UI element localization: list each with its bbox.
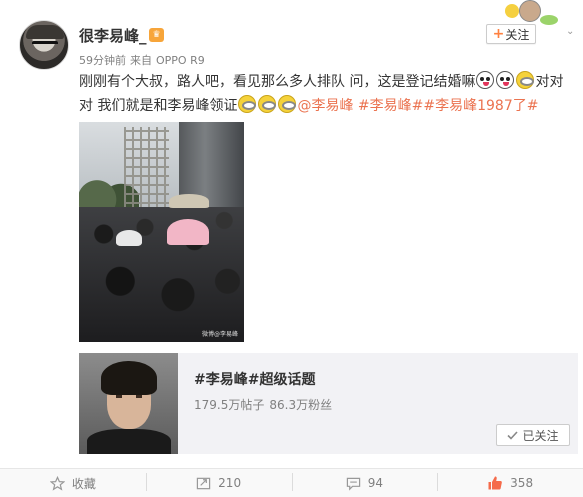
plus-icon: + [492, 26, 505, 42]
avatar-pendant-icon [505, 0, 545, 22]
topic-post-count: 179.5万帖子 [194, 398, 265, 412]
repost-button[interactable]: 210 [145, 469, 292, 497]
leaf-decoration-icon [540, 15, 558, 25]
like-count: 358 [510, 476, 534, 490]
post-time[interactable]: 59分钟前 [79, 54, 126, 67]
minion-emoji-icon [516, 71, 535, 89]
topic-card[interactable]: #李易峰#超级话题 179.5万帖子 86.3万粉丝 已关注 [79, 353, 578, 454]
hashtag-link[interactable]: #李易峰1987了# [423, 98, 538, 114]
topic-fan-count: 86.3万粉丝 [269, 398, 333, 412]
comment-button[interactable]: 94 [291, 469, 438, 497]
post-source[interactable]: OPPO R9 [156, 54, 205, 67]
post-photo[interactable]: 微博@李易峰 [79, 122, 244, 342]
topic-stats: 179.5万帖子 86.3万粉丝 [194, 396, 337, 413]
vip-badge-icon[interactable]: ♛ [149, 28, 164, 42]
source-prefix: 来自 [130, 54, 152, 67]
avatar-hat [26, 25, 64, 39]
favorite-button[interactable]: 收藏 [0, 469, 146, 497]
panda-emoji-icon [496, 71, 515, 89]
follow-label: 关注 [505, 27, 530, 42]
comment-icon [346, 477, 360, 491]
thumbs-up-icon [488, 476, 503, 490]
minion-emoji-icon [258, 95, 277, 113]
followed-button[interactable]: 已关注 [496, 424, 570, 446]
chevron-down-icon[interactable]: ⌄ [566, 26, 574, 37]
follow-button[interactable]: + 关注 [486, 24, 536, 44]
repost-icon [196, 477, 211, 489]
minion-emoji-icon [238, 95, 257, 113]
mention-link[interactable]: @李易峰 [297, 98, 353, 114]
hashtag-link[interactable]: #李易峰# [358, 98, 423, 114]
post-meta: 59分钟前 来自 OPPO R9 [79, 52, 209, 68]
like-button[interactable]: 358 [437, 469, 583, 497]
minion-emoji-icon [278, 95, 297, 113]
post-text-part1: 刚刚有个大叔，路人吧，看见那么多人排队 问，这是登记结婚嘛 [79, 74, 476, 90]
photo-watermark: 微博@李易峰 [201, 331, 238, 338]
panda-emoji-icon [476, 71, 495, 89]
followed-label: 已关注 [522, 428, 559, 443]
checkmark-icon [507, 430, 519, 440]
action-bar: 收藏 210 94 358 [0, 468, 583, 497]
username[interactable]: 很李易峰_ [79, 25, 147, 46]
repost-count: 210 [218, 476, 242, 490]
avatar-glasses [32, 41, 58, 47]
comment-count: 94 [367, 476, 384, 490]
post-text: 刚刚有个大叔，路人吧，看见那么多人排队 问，这是登记结婚嘛 对对对 我们就是和李易… [79, 70, 569, 118]
favorite-label: 收藏 [71, 476, 96, 491]
topic-thumbnail[interactable] [79, 353, 178, 454]
user-avatar[interactable] [19, 20, 69, 70]
topic-title[interactable]: #李易峰#超级话题 [194, 369, 315, 389]
star-icon [49, 475, 65, 491]
